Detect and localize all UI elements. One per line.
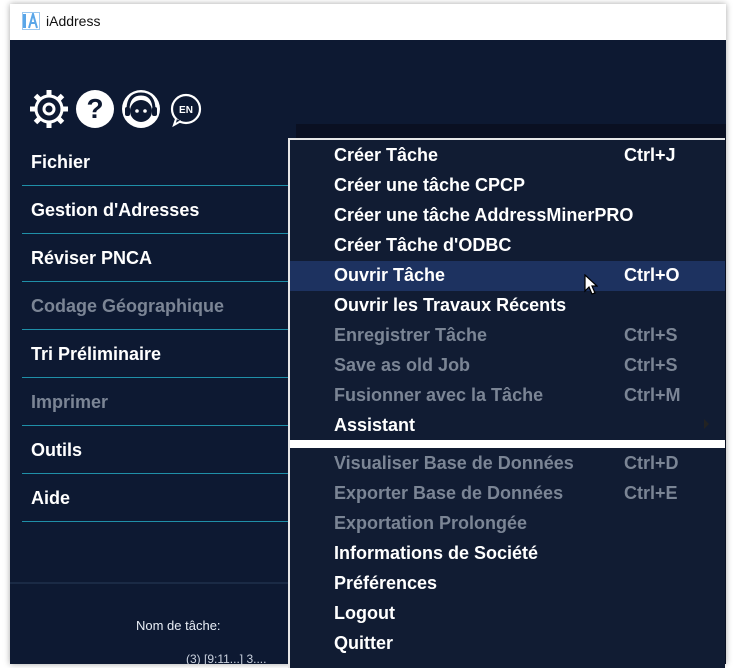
menu-item-7: Enregistrer Tâche Ctrl+S [290, 321, 725, 351]
menu-item-label: Fusionner avec la Tâche [334, 385, 544, 405]
menu-item-label: Ouvrir Tâche [334, 265, 446, 285]
nav-item-4: Codage Géographique [22, 282, 288, 330]
menu-item-11: Visualiser Base de Données Ctrl+D [290, 449, 725, 479]
menu-item-label: Créer Tâche [334, 145, 439, 165]
menu-separator [290, 440, 725, 448]
task-name-label: Nom de tâche: [136, 618, 221, 633]
menu-item-shortcut: Ctrl+S [624, 355, 678, 375]
file-menu-dropdown: Créer Tâche Ctrl+J Créer une tâche CPCP Cré… [288, 138, 725, 668]
nav-item-7[interactable]: Outils [22, 426, 288, 474]
menu-item-label: Créer une tâche CPCP [334, 175, 526, 195]
menu-item-17[interactable]: Quitter [290, 629, 725, 659]
nav-item-8[interactable]: Aide [22, 474, 288, 522]
nav-item-1[interactable]: Fichier [22, 138, 288, 186]
support-agent-icon[interactable] [120, 88, 162, 130]
menu-item-12: Exporter Base de Données Ctrl+E [290, 479, 725, 509]
menu-item-shortcut: Ctrl+S [624, 325, 678, 345]
window-title: iAddress [46, 13, 101, 29]
menu-item-13: Exportation Prolongée [290, 509, 725, 539]
status-divider [10, 582, 288, 584]
menu-item-label: Assistant [334, 415, 416, 435]
language-en-icon[interactable]: EN [168, 92, 204, 128]
menu-item-3[interactable]: Créer une tâche AddressMinerPRO [290, 201, 725, 231]
iaddress-logo-icon [22, 12, 40, 30]
menu-item-1[interactable]: Créer Tâche Ctrl+J [290, 141, 725, 171]
menu-item-8: Save as old Job Ctrl+S [290, 351, 725, 381]
nav-item-2[interactable]: Gestion d'Adresses [22, 186, 288, 234]
mouse-cursor-icon [584, 274, 598, 295]
menu-item-shortcut: Ctrl+O [624, 265, 680, 285]
menu-item-label: Exporter Base de Données [334, 483, 564, 503]
settings-gear-icon[interactable] [28, 88, 70, 130]
svg-text:EN: EN [179, 105, 193, 116]
menu-item-10[interactable]: Assistant [290, 411, 725, 441]
menu-item-label: Préférences [334, 573, 438, 593]
menu-item-label: Créer Tâche d'ODBC [334, 235, 512, 255]
menu-item-4[interactable]: Créer Tâche d'ODBC [290, 231, 725, 261]
nav-item-3[interactable]: Réviser PNCA [22, 234, 288, 282]
menu-item-shortcut: Ctrl+E [624, 483, 678, 503]
nav-item-5[interactable]: Tri Préliminaire [22, 330, 288, 378]
menu-item-5[interactable]: Ouvrir Tâche Ctrl+O [290, 261, 725, 291]
menu-item-6[interactable]: Ouvrir les Travaux Récents [290, 291, 725, 321]
menu-item-shortcut: Ctrl+J [624, 145, 676, 165]
help-question-icon[interactable]: ? [74, 88, 116, 130]
menu-item-14[interactable]: Informations de Société [290, 539, 725, 569]
svg-text:?: ? [86, 93, 103, 124]
menu-item-label: Enregistrer Tâche [334, 325, 488, 345]
menu-item-shortcut: Ctrl+D [624, 453, 679, 473]
menu-item-15[interactable]: Préférences [290, 569, 725, 599]
menu-item-label: Logout [334, 603, 395, 623]
menu-item-label: Informations de Société [334, 543, 539, 563]
menu-item-label: Quitter [334, 633, 394, 653]
menu-item-label: Créer une tâche AddressMinerPRO [334, 205, 634, 225]
main-navigation: Fichier Gestion d'Adresses Réviser PNCA Cod… [22, 138, 288, 522]
menu-item-label: Ouvrir les Travaux Récents [334, 295, 567, 315]
title-bar: iAddress [10, 4, 726, 40]
menu-item-label: Exportation Prolongée [334, 513, 528, 533]
menu-item-2[interactable]: Créer une tâche CPCP [290, 171, 725, 201]
menu-item-16[interactable]: Logout [290, 599, 725, 629]
submenu-arrow-icon [704, 419, 709, 429]
menu-item-shortcut: Ctrl+M [624, 385, 681, 405]
menu-item-label: Visualiser Base de Données [334, 453, 574, 473]
menu-item-9: Fusionner avec la Tâche Ctrl+M [290, 381, 725, 411]
menu-item-label: Save as old Job [334, 355, 471, 375]
nav-item-6: Imprimer [22, 378, 288, 426]
task-name-value: (3) [9:11...] 3.... [186, 652, 267, 664]
